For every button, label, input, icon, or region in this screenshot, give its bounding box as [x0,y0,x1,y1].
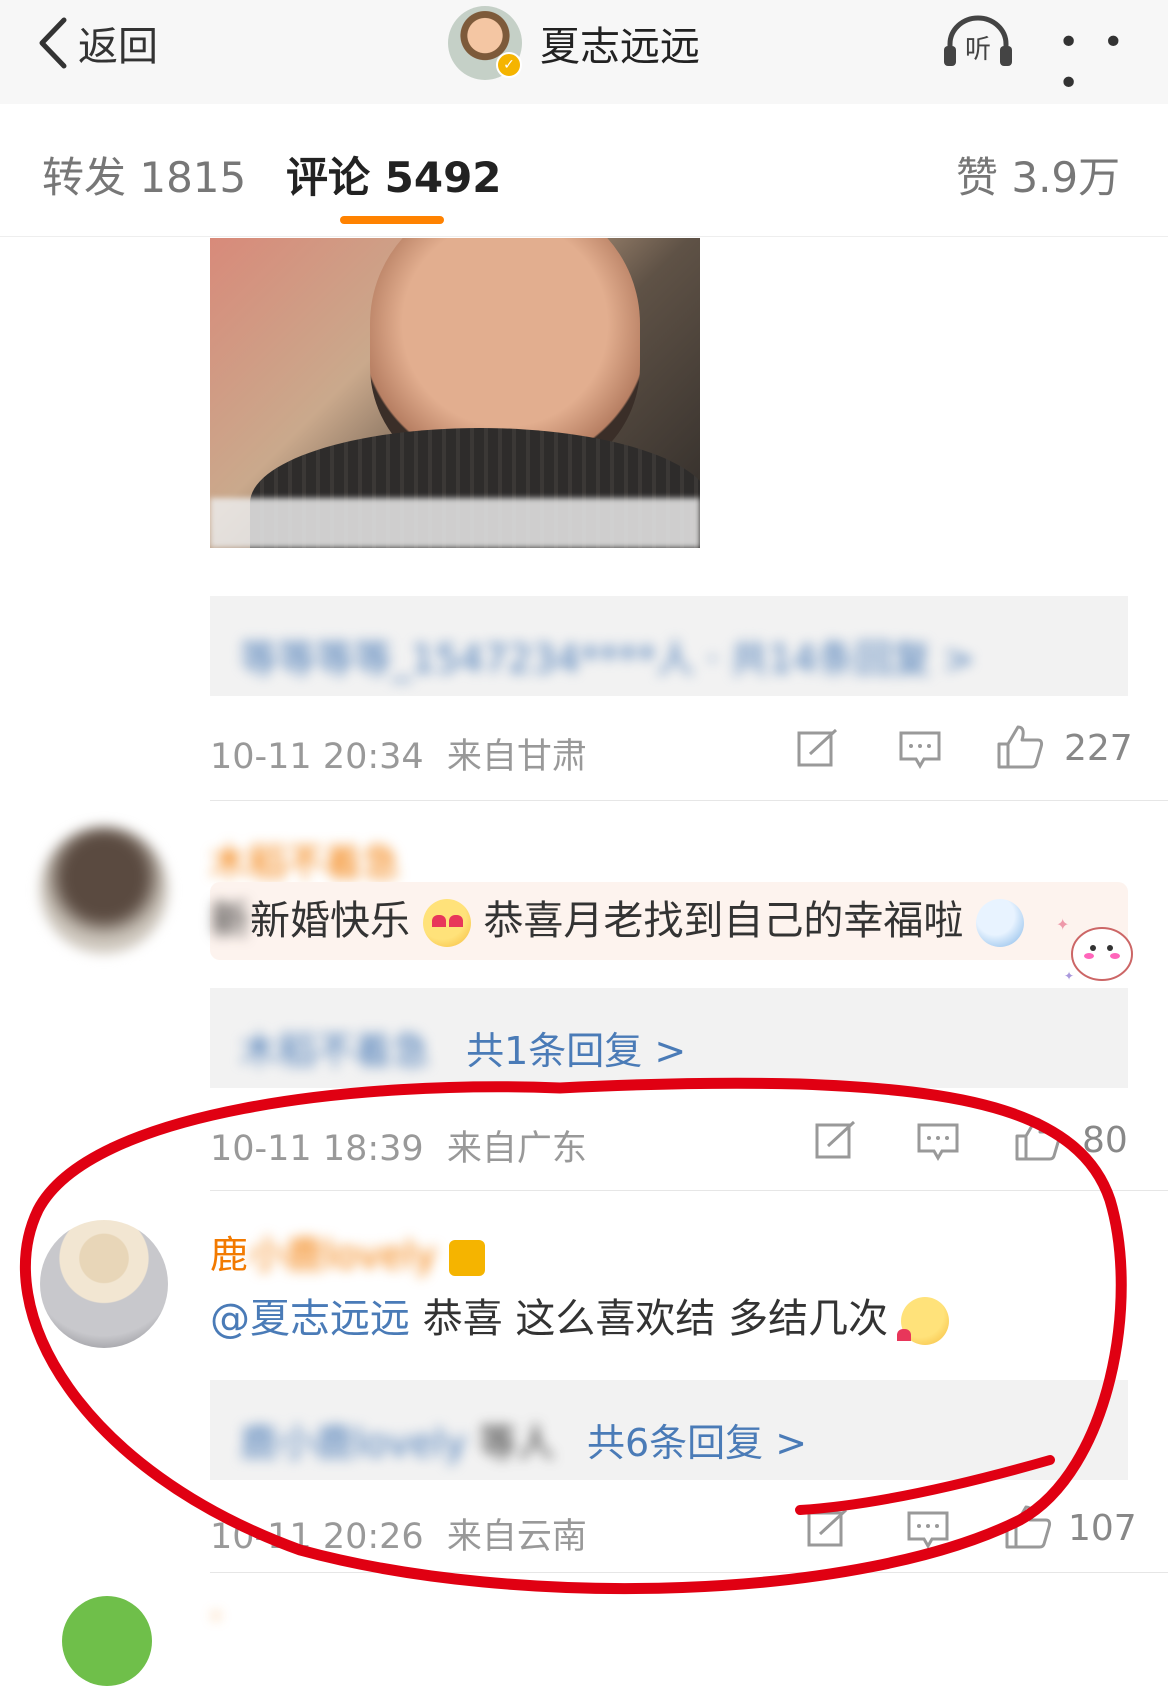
avatar[interactable] [62,1596,152,1686]
comment-icon[interactable] [906,1510,950,1550]
repost-icon[interactable] [796,728,840,768]
reply-author: 鹿小鹿lovely [240,1421,467,1465]
verified-badge-icon: ✓ [496,52,522,78]
comment-text: @夏志远远 恭喜 这么喜欢结 多结几次 [210,1286,949,1345]
commenter-name[interactable]: 鹿小鹿lovely [210,1224,485,1279]
tab-comment[interactable]: 评论 5492 [286,144,502,205]
like-count: 227 [1064,728,1133,769]
avatar[interactable] [40,1220,168,1348]
sticker-icon: ✦✦ [1056,915,1133,983]
reply-summary-text: 等等等等_1547234****人 · 共14条回复 > [240,637,975,681]
mention-link[interactable]: @夏志远远 [210,1296,410,1342]
comment-meta: 10-11 20:34 来自甘肃 [210,728,587,779]
comment-icon[interactable] [898,730,942,770]
comment-location: 来自甘肃 [446,737,587,777]
svg-text:✦: ✦ [1056,915,1069,934]
reply-summary-text: 共1条回复 > [466,1029,687,1073]
more-icon[interactable]: • • • [1058,22,1168,104]
tab-repost[interactable]: 转发 1815 [42,144,246,205]
heart-eyes-emoji-icon [422,899,471,947]
avatar[interactable]: ✓ [448,6,522,80]
like-icon[interactable] [1004,1504,1052,1550]
comment-time: 10-11 18:39 [210,1129,424,1169]
comment-location: 来自广东 [446,1129,587,1169]
back-label: 返回 [78,24,158,70]
comment-meta: 10-11 18:39 来自广东 [210,1120,587,1171]
divider [210,800,1168,801]
back-button[interactable]: 返回 [36,14,158,72]
comment-text: 新新婚快乐 恭喜月老找到自己的幸福啦 [210,882,1128,960]
reply-summary-box[interactable]: 鹿小鹿lovely 等人 共6条回复 > [210,1380,1128,1480]
like-icon[interactable] [1014,1116,1062,1162]
divider [210,1190,1168,1191]
blushing-emoji-icon [896,1297,949,1345]
comment-time: 10-11 20:26 [210,1517,424,1557]
page-header[interactable]: ✓ 夏志远远 [448,6,700,80]
commenter-name[interactable]: · [210,1594,222,1638]
avatar[interactable] [40,826,168,954]
tab-like[interactable]: 赞 3.9万 [956,144,1120,205]
top-nav: 返回 ✓ 夏志远远 听 • • • [0,0,1168,105]
divider [210,1572,1168,1573]
repost-icon[interactable] [814,1120,858,1160]
headphones-icon[interactable]: 听 [942,14,1014,70]
svg-text:✦: ✦ [1064,969,1074,983]
like-count: 80 [1082,1120,1128,1161]
page-title: 夏志远远 [540,24,700,70]
comment-location: 来自云南 [446,1517,587,1557]
reply-summary-box[interactable]: 木稻不着急 共1条回复 > [210,988,1128,1088]
comment-time: 10-11 20:34 [210,737,424,777]
astronaut-emoji-icon [976,899,1025,947]
reply-summary-box[interactable]: 等等等等_1547234****人 · 共14条回复 > [210,596,1128,696]
tab-bar: 转发 1815 评论 5492 赞 3.9万 [0,104,1168,237]
comment-icon[interactable] [916,1122,960,1162]
reply-author: 木稻不着急 [240,1029,431,1073]
comment-image[interactable] [210,238,700,548]
like-icon[interactable] [996,724,1044,770]
active-tab-indicator [340,216,444,224]
reply-summary-text: 共6条回复 > [586,1421,808,1465]
listen-label: 听 [965,35,991,65]
like-count: 107 [1068,1508,1137,1549]
commenter-name[interactable]: 木稻不着急 [210,832,400,887]
chevron-left-icon [39,17,67,69]
member-crown-icon [448,1239,485,1276]
repost-icon[interactable] [806,1508,850,1548]
comment-meta: 10-11 20:26 来自云南 [210,1508,587,1559]
